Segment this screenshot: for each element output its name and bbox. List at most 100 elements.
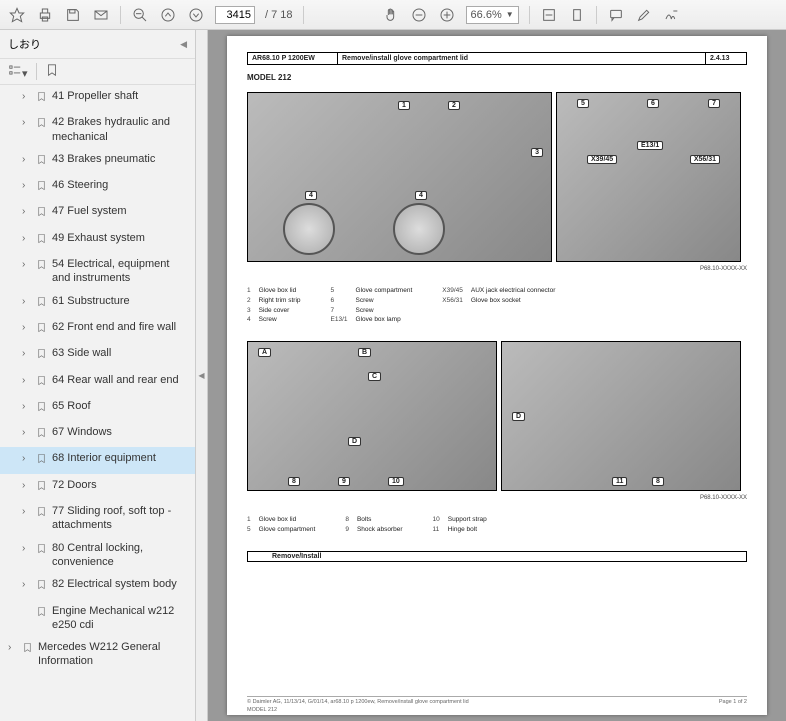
sidebar-item-label: 72 Doors: [52, 478, 189, 492]
detail-circle-icon: 4: [393, 203, 445, 255]
bookmark-star-icon[interactable]: [8, 6, 26, 24]
sidebar-title: しおり: [8, 36, 41, 52]
figure-row-1: 1 2 3 4 4 5 6 7 E13/1 X39/45 X56/31: [247, 92, 747, 262]
chevron-right-icon: ›: [22, 232, 32, 245]
sidebar-item[interactable]: ›77 Sliding roof, soft top - attachments: [0, 500, 195, 537]
sidebar-item-label: 68 Interior equipment: [52, 451, 189, 465]
bookmark-tree[interactable]: › 41 Propeller shaft ›42 Brakes hydraulic …: [0, 85, 195, 721]
sidebar-item[interactable]: ›64 Rear wall and rear end: [0, 369, 195, 395]
highlight-icon[interactable]: [635, 6, 653, 24]
sidebar-item-label: 63 Side wall: [52, 346, 189, 360]
doc-date: 2.4.13: [706, 53, 746, 64]
sidebar-item[interactable]: Engine Mechanical w212 e250 cdi: [0, 600, 195, 637]
legend-column: 89BoltsShock absorber: [345, 515, 402, 535]
chevron-right-icon: ›: [22, 205, 32, 218]
legend-column: 1011Support strapHinge bolt: [433, 515, 487, 535]
figure-lid-underside: D 11 8: [501, 341, 741, 491]
bookmark-icon: [36, 452, 48, 469]
print-icon[interactable]: [36, 6, 54, 24]
sidebar-item[interactable]: ›47 Fuel system: [0, 200, 195, 226]
zoom-plus-icon[interactable]: [438, 6, 456, 24]
sidebar-collapse-handle[interactable]: [196, 30, 208, 721]
bookmark-list-icon[interactable]: ▾: [8, 63, 28, 80]
bookmark-icon: [36, 295, 48, 312]
bookmark-icon: [36, 542, 48, 559]
select-arrow-icon[interactable]: [354, 6, 372, 24]
bookmark-icon: [36, 321, 48, 338]
sidebar-item[interactable]: ›65 Roof: [0, 395, 195, 421]
page-number-input[interactable]: [215, 6, 255, 24]
callout: A: [258, 348, 271, 357]
sidebar-item[interactable]: ›43 Brakes pneumatic: [0, 148, 195, 174]
chevron-right-icon: ›: [22, 452, 32, 465]
sidebar-item[interactable]: ›42 Brakes hydraulic and mechanical: [0, 111, 195, 148]
sign-icon[interactable]: [663, 6, 681, 24]
sidebar-item[interactable]: ›61 Substructure: [0, 290, 195, 316]
sidebar-item[interactable]: › 80 Central locking, convenience: [0, 537, 195, 574]
figure-row-2: A B C D 8 9 10 D 11 8: [247, 341, 747, 491]
bookmark-icon: [36, 605, 48, 622]
sidebar-item-label: 41 Propeller shaft: [52, 89, 189, 103]
sidebar-item-label: 77 Sliding roof, soft top - attachments: [52, 504, 189, 533]
sidebar-item[interactable]: › 63 Side wall: [0, 342, 195, 368]
chevron-right-icon: ›: [22, 347, 32, 360]
callout: 8: [652, 477, 664, 486]
sidebar-item[interactable]: ›54 Electrical, equipment and instrument…: [0, 253, 195, 290]
page-down-icon[interactable]: [187, 6, 205, 24]
sidebar-item[interactable]: › 68 Interior equipment: [0, 447, 195, 473]
sidebar-item[interactable]: › Mercedes W212 General Information: [0, 636, 195, 673]
hand-tool-icon[interactable]: [382, 6, 400, 24]
zoom-minus-icon[interactable]: [410, 6, 428, 24]
fit-width-icon[interactable]: [540, 6, 558, 24]
comment-icon[interactable]: [607, 6, 625, 24]
sidebar-item[interactable]: ›67 Windows: [0, 421, 195, 447]
callout: C: [368, 372, 381, 381]
sidebar-item-label: 65 Roof: [52, 399, 189, 413]
bookmark-icon: [36, 90, 48, 107]
legend-column: 1234Glove box lidRight trim stripSide co…: [247, 286, 301, 325]
callout: 9: [338, 477, 350, 486]
chevron-right-icon: ›: [22, 479, 32, 492]
figure-glovebox-open: A B C D 8 9 10: [247, 341, 497, 491]
chevron-right-icon: ›: [22, 116, 32, 129]
find-bookmark-icon[interactable]: [45, 63, 59, 80]
fit-page-icon[interactable]: [568, 6, 586, 24]
callout: X56/31: [690, 155, 720, 164]
sidebar-item[interactable]: ›62 Front end and fire wall: [0, 316, 195, 342]
callout: D: [348, 437, 361, 446]
callout: 8: [288, 477, 300, 486]
sidebar-item-label: 62 Front end and fire wall: [52, 320, 189, 334]
sidebar-item[interactable]: › 41 Propeller shaft: [0, 85, 195, 111]
callout: E13/1: [637, 141, 663, 150]
zoom-select[interactable]: 66.6%▼: [466, 6, 519, 24]
sidebar-close-icon[interactable]: ◀: [180, 39, 187, 50]
separator: [529, 6, 530, 24]
sidebar-item[interactable]: › 82 Electrical system body: [0, 573, 195, 599]
bookmark-icon: [36, 258, 48, 275]
email-icon[interactable]: [92, 6, 110, 24]
legend-column: 567E13/1Glove compartmentScrewScrewGlove…: [331, 286, 413, 325]
sidebar-item-label: 80 Central locking, convenience: [52, 541, 189, 570]
chevron-right-icon: ›: [22, 426, 32, 439]
model-label: MODEL 212: [247, 73, 747, 82]
sidebar-item-label: Mercedes W212 General Information: [38, 640, 189, 669]
sidebar-item[interactable]: ›46 Steering: [0, 174, 195, 200]
sidebar-item[interactable]: › 72 Doors: [0, 474, 195, 500]
chevron-right-icon: ›: [22, 578, 32, 591]
sidebar-item[interactable]: ›49 Exhaust system: [0, 227, 195, 253]
page-up-icon[interactable]: [159, 6, 177, 24]
chevron-right-icon: ›: [22, 374, 32, 387]
sidebar-item-label: 82 Electrical system body: [52, 577, 189, 591]
doc-header-row: AR68.10 P 1200EW Remove/install glove co…: [247, 52, 747, 65]
chevron-right-icon: ›: [22, 90, 32, 103]
callout: 5: [577, 99, 589, 108]
legend-column: X39/45X56/31AUX jack electrical connecto…: [442, 286, 555, 325]
figure-caption: P68.10-XXXX-XX: [247, 495, 747, 501]
chevron-right-icon: ›: [22, 542, 32, 555]
bookmark-icon: [36, 426, 48, 443]
document-canvas[interactable]: AR68.10 P 1200EW Remove/install glove co…: [208, 30, 786, 721]
figure-glovebox-rear: 5 6 7 E13/1 X39/45 X56/31: [556, 92, 741, 262]
chevron-right-icon: ›: [8, 641, 18, 654]
zoom-out-icon[interactable]: [131, 6, 149, 24]
save-icon[interactable]: [64, 6, 82, 24]
